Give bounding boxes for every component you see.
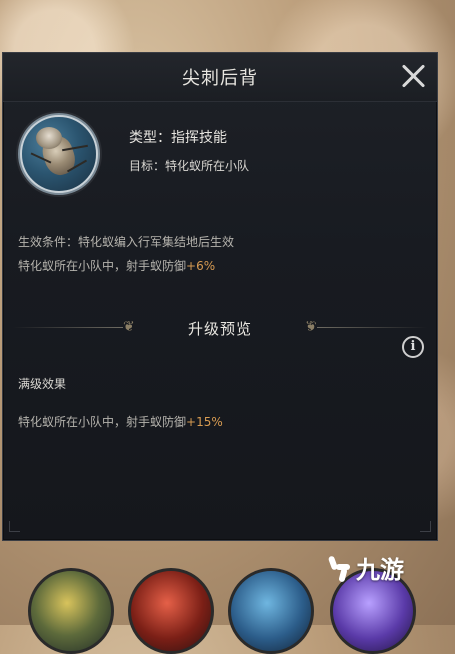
laurel-left-icon: ❦ xyxy=(123,319,135,335)
info-icon[interactable]: i xyxy=(402,336,424,358)
max-level-effect: 特化蚁所在小队中，射手蚁防御+15% xyxy=(18,413,223,430)
skill-orb-3[interactable] xyxy=(228,568,314,654)
max-effect-text: 特化蚁所在小队中，射手蚁防御 xyxy=(18,415,187,429)
divider-line-left xyxy=(13,327,123,328)
current-effect-text: 特化蚁所在小队中，射手蚁防御 xyxy=(18,259,187,273)
corner-ornament-left xyxy=(9,521,20,532)
dialog-title: 尖刺后背 xyxy=(182,68,258,89)
laurel-right-icon: ❦ xyxy=(305,319,317,335)
corner-ornament-right xyxy=(420,521,431,532)
current-effect: 特化蚁所在小队中，射手蚁防御+6% xyxy=(18,257,215,274)
divider-line-right xyxy=(317,327,427,328)
dialog-header: 尖刺后背 xyxy=(3,53,437,102)
skill-type: 类型：指挥技能 xyxy=(129,130,227,146)
watermark-logo-icon xyxy=(326,554,352,583)
watermark-text: 九游 xyxy=(356,556,404,584)
site-watermark: 九游 xyxy=(326,550,404,585)
upgrade-preview-title: 升级预览 xyxy=(187,319,252,338)
skill-orb-2[interactable] xyxy=(128,568,214,654)
max-effect-value: +15% xyxy=(186,415,223,429)
current-effect-value: +6% xyxy=(186,259,216,273)
skill-detail-dialog: 尖刺后背 类型：指挥技能 目标：特化蚁所在小队 生效条件：特化蚁编入行军集结地后… xyxy=(2,52,438,541)
activation-condition: 生效条件：特化蚁编入行军集结地后生效 xyxy=(18,235,235,249)
upgrade-preview-divider: ❦ 升级预览 ❦ xyxy=(3,315,437,341)
skill-target: 目标：特化蚁所在小队 xyxy=(129,159,250,173)
skill-portrait-icon xyxy=(18,113,100,195)
max-level-label: 满级效果 xyxy=(18,377,67,391)
skill-orb-1[interactable] xyxy=(28,568,114,654)
close-icon[interactable] xyxy=(399,62,427,90)
